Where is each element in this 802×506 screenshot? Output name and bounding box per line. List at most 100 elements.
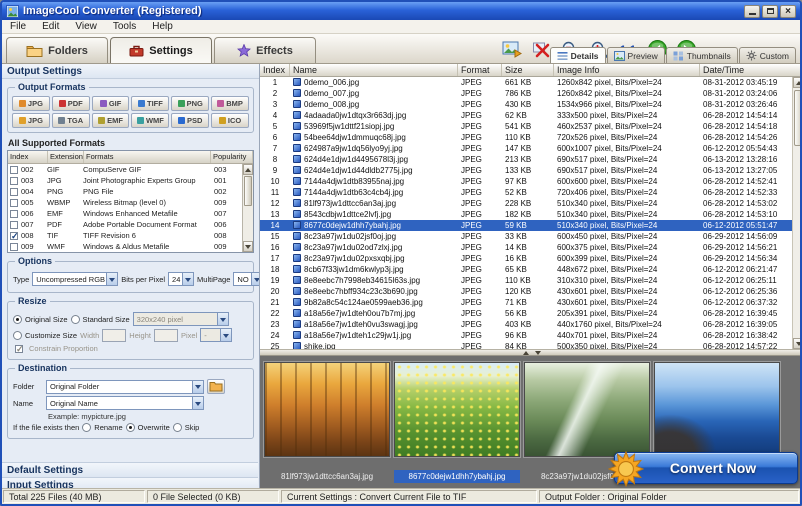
tab-settings[interactable]: Settings [110,37,212,63]
file-row[interactable]: 148677c0dejw1dhh7ybahj.jpgJPEG59 KB510x3… [260,220,792,231]
standard-size-radio[interactable] [71,315,80,324]
format-checkbox[interactable] [10,210,18,218]
file-row[interactable]: 208e8eebc7hbff934c23c3b690.jpgJPEG120 KB… [260,286,792,297]
file-row[interactable]: 117144a4djw1dtb63c4cb4j.jpgJPEG52 KB720x… [260,187,792,198]
view-tab-thumbnails[interactable]: Thumbnails [666,47,738,63]
chevron-down-icon[interactable] [182,273,193,285]
standard-size-option[interactable]: Standard Size [71,315,130,324]
menu-item-edit[interactable]: Edit [34,20,67,34]
format-checkbox[interactable] [10,166,18,174]
formats-list-row[interactable]: 005WBMPWireless Bitmap (level 0)009 [8,197,242,208]
scroll-up-button[interactable] [793,77,802,88]
maximize-button[interactable] [762,5,778,18]
folder-combo[interactable]: Original Folder [46,380,204,394]
scroll-down-button[interactable] [243,241,253,252]
multipage-combo[interactable]: NO [233,272,260,286]
constrain-checkbox[interactable] [15,345,23,353]
formats-col-header[interactable]: Extension [48,151,84,163]
file-col-header-index[interactable]: Index [260,64,290,76]
format-checkbox[interactable] [10,199,18,207]
format-button-emf[interactable]: EMF [92,113,130,128]
default-settings-section[interactable]: Default Settings [2,462,258,477]
formats-col-header[interactable]: Popularity [211,151,253,163]
thumbnail-item[interactable]: 8677c0dejw1dhh7ybahj.jpg [394,362,520,486]
formats-list-row[interactable]: 007PDFAdobe Portable Document Format006 [8,219,242,230]
format-checkbox[interactable] [10,243,18,251]
file-col-header-format[interactable]: Format [458,64,502,76]
file-row[interactable]: 188cb67f33jw1dm6kwlyp3j.jpgJPEG65 KB448x… [260,264,792,275]
file-row[interactable]: 138543cdbjw1dttce2lvfj.jpgJPEG182 KB510x… [260,209,792,220]
file-row[interactable]: 158c23a97jw1du02jsf0oj.jpgJPEG33 KB600x4… [260,231,792,242]
scroll-thumb[interactable] [244,176,252,206]
format-button-ico[interactable]: ICO [211,113,249,128]
file-row[interactable]: 198e8eebc7h7998eb34615l63s.jpgJPEG110 KB… [260,275,792,286]
exists-option-overwrite[interactable]: Overwrite [126,423,170,432]
name-combo[interactable]: Original Name [46,396,204,410]
format-button-tga[interactable]: TGA [52,113,90,128]
chevron-down-icon[interactable] [192,381,203,393]
file-row[interactable]: 553969f5jw1dttf21siopj.jpgJPEG541 KB460x… [260,121,792,132]
format-button-gif[interactable]: GIF [92,96,130,111]
file-row[interactable]: 219b82a8c54c124ae0599aeb36.jpgJPEG71 KB4… [260,297,792,308]
format-checkbox[interactable] [10,232,18,240]
width-input[interactable] [102,329,126,342]
menu-item-file[interactable]: File [2,20,34,34]
format-checkbox[interactable] [10,188,18,196]
customize-size-option[interactable]: Customize Size [13,331,77,340]
formats-list-row[interactable]: 003JPGJoint Photographic Experts Group00… [8,175,242,186]
formats-list-row[interactable]: 008TIFTIFF Revision 6008 [8,230,242,241]
file-col-header-size[interactable]: Size [502,64,554,76]
file-row[interactable]: 178c23a97jw1du02pxsxqbj.jpgJPEG16 KB600x… [260,253,792,264]
file-row[interactable]: 30demo_008.jpgJPEG430 KB1534x966 pixel, … [260,99,792,110]
file-col-header-datetime[interactable]: Date/Time [700,64,802,76]
chevron-down-icon[interactable] [217,313,228,325]
file-row[interactable]: 9624d4e1djw1d44dldb2775j.jpgJPEG133 KB69… [260,165,792,176]
scroll-thumb[interactable] [794,90,802,146]
tab-effects[interactable]: Effects [214,37,316,63]
file-list-scrollbar[interactable] [792,77,802,349]
file-row[interactable]: 7624987a9jw1dq56lyo9yj.jpgJPEG147 KB600x… [260,143,792,154]
standard-size-combo[interactable]: 320x240 pixel [133,312,229,326]
height-input[interactable] [154,329,178,342]
formats-scrollbar[interactable] [242,164,253,252]
file-row[interactable]: 654bee64djw1dmmuqc68j.jpgJPEG110 KB720x5… [260,132,792,143]
formats-list-row[interactable]: 006EMFWindows Enhanced Metafile007 [8,208,242,219]
exists-option-rename[interactable]: Rename [82,423,122,432]
scroll-up-button[interactable] [243,164,253,175]
original-size-option[interactable]: Original Size [13,315,68,324]
format-button-pdf[interactable]: PDF [52,96,90,111]
bits-per-pixel-combo[interactable]: 24 [168,272,194,286]
format-button-bmp[interactable]: BMP [211,96,249,111]
file-row[interactable]: 24a18a56e7jw1dteh1c29jw1j.jpgJPEG96 KB44… [260,330,792,341]
view-tab-details[interactable]: Details [550,47,606,63]
chevron-down-icon[interactable] [192,397,203,409]
formats-list-row[interactable]: 004PNGPNG File002 [8,186,242,197]
file-col-header-name[interactable]: Name [290,64,458,76]
chevron-down-icon[interactable] [251,273,260,285]
menu-item-help[interactable]: Help [144,20,181,34]
title-bar[interactable]: ImageCool Converter (Registered) [2,2,800,20]
minimize-button[interactable] [744,5,760,18]
output-settings-header[interactable]: Output Settings [2,64,259,79]
customize-size-radio[interactable] [13,331,22,340]
close-button[interactable] [780,5,796,18]
type-combo[interactable]: Uncompressed RGB [32,272,118,286]
format-button-tiff[interactable]: TIFF [131,96,169,111]
menu-item-tools[interactable]: Tools [105,20,144,34]
format-checkbox[interactable] [10,221,18,229]
file-row[interactable]: 44adaada0jw1dtqx3r663dj.jpgJPEG62 KB333x… [260,110,792,121]
formats-col-header[interactable]: Index [8,151,48,163]
scroll-down-button[interactable] [793,338,802,349]
splitter-handle[interactable] [260,349,802,356]
format-button-wmf[interactable]: WMF [131,113,169,128]
format-button-jpg[interactable]: JPG [12,96,50,111]
file-row[interactable]: 1281lf973jw1dttcc6an3aj.jpgJPEG228 KB510… [260,198,792,209]
chevron-down-icon[interactable] [106,273,117,285]
tab-folders[interactable]: Folders [6,37,108,63]
pixel-unit-combo[interactable]: - [200,328,232,342]
view-tab-custom[interactable]: Custom [739,47,796,63]
formats-col-header[interactable]: Formats [84,151,211,163]
browse-folder-button[interactable] [207,379,225,394]
file-row[interactable]: 20demo_007.jpgJPEG786 KB1260x842 pixel, … [260,88,792,99]
view-tab-preview[interactable]: Preview [607,47,665,63]
